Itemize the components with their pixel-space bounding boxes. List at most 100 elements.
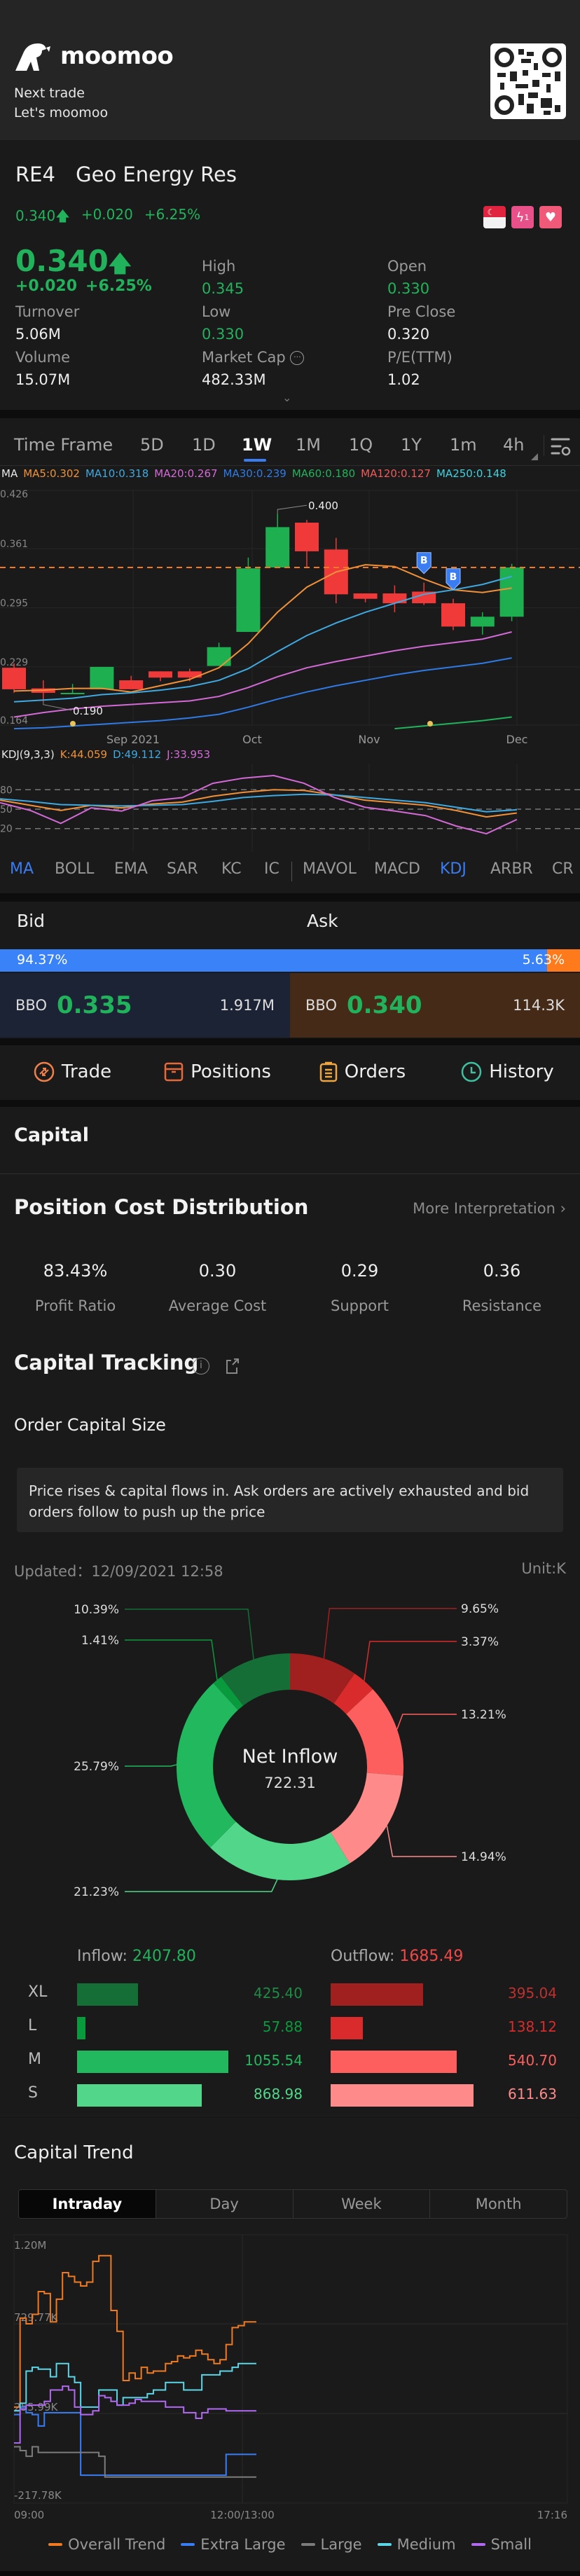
legend-item[interactable]: Large [301,2536,362,2553]
candle-body[interactable] [90,666,114,689]
candle-body[interactable] [295,523,319,551]
ma-legend-item: MA60:0.180 [291,467,356,480]
info-icon[interactable]: i [193,1358,209,1375]
candle-body[interactable] [236,568,261,633]
inflow-total: Inflow: 2407.80 [77,1948,196,1965]
more-timeframes-icon[interactable] [531,453,538,460]
candle-body[interactable] [353,593,378,599]
candle-body[interactable] [2,668,26,689]
indicator-tab-boll[interactable]: BOLL [55,860,95,878]
trade-button[interactable]: Trade [0,1047,145,1096]
event-dot[interactable] [427,721,433,726]
orders-button[interactable]: Orders [290,1047,435,1096]
indicator-tab-arbr[interactable]: ARBR [490,860,533,878]
tab-1w[interactable]: 1W [242,435,272,455]
tab-intraday[interactable]: Intraday [19,2190,156,2218]
history-clock-icon [462,1061,482,1082]
buy-marker-icon[interactable]: B [446,568,461,591]
candle-body[interactable] [149,671,172,678]
legend-swatch [471,2543,485,2546]
indicator-tab-mavol[interactable]: MAVOL [303,860,357,878]
slice-leader-line [125,1879,278,1892]
indicator-tab-kdj[interactable]: KDJ [440,860,467,878]
chart-settings-icon[interactable] [551,436,572,456]
tab-5d[interactable]: 5D [140,435,164,455]
indicator-tab-ma[interactable]: MA [10,860,34,878]
ma-legend-item: MA120:0.127 [361,467,431,480]
trend-line-large [14,2446,256,2478]
favorite-heart-icon[interactable]: ♥ [539,206,562,228]
capital-trend-chart[interactable]: 1.20M729.77K255.99K-217.78K09:00 12:00/13… [0,2231,580,2526]
indicator-tab-sar[interactable]: SAR [167,860,198,878]
donut-slice [330,1772,403,1864]
bid-bbo[interactable]: BBO 0.335 1.917M [0,973,290,1038]
y-tick-label: 0.295 [0,598,28,609]
tab-1d[interactable]: 1D [192,435,216,455]
candle-body[interactable] [382,593,407,604]
divider [291,862,292,881]
tab-month[interactable]: Month [430,2190,567,2218]
tab-week[interactable]: Week [294,2190,431,2218]
more-info-icon[interactable]: ··· [290,351,305,365]
candle-body[interactable] [441,603,465,627]
tab-4h[interactable]: 4h [503,435,524,455]
candle-body[interactable] [265,527,290,567]
x-tick-label: Dec [506,733,528,746]
legend-item[interactable]: Medium [377,2536,456,2553]
tagline-1: Next trade [14,85,85,101]
candle-body[interactable] [499,567,524,617]
high-label-leader [277,504,308,514]
x-tick-label: 12:00/13:00 [210,2509,275,2521]
candle-body[interactable] [470,617,495,627]
candle-body[interactable] [119,680,144,689]
tab-1y[interactable]: 1Y [401,435,422,455]
net-inflow-donut-chart: 9.65% 3.37% 13.21% 14.94% 21.23% 25.79% 1.41% 1… [74,1602,506,1899]
y-tick-label: 0.426 [0,489,28,500]
indicator-tab-cr[interactable]: CR [552,860,574,878]
share-icon[interactable] [224,1356,241,1376]
ask-price: 0.340 [346,991,422,1019]
candlestick-chart[interactable]: 0.4260.3610.2950.2290.164Sep 2021 Oct Nov D… [0,483,580,746]
kdj-legend: KDJ(9,3,3) K:44.059 D:49.112 J:33.953 [1,748,210,761]
indicator-tab-kc[interactable]: KC [221,860,242,878]
tab-1q[interactable]: 1Q [349,435,373,455]
legend-swatch [377,2543,392,2546]
legend-item[interactable]: Overall Trend [48,2536,165,2553]
positions-button[interactable]: Positions [145,1047,290,1096]
kdj-chart[interactable]: 805020 [0,764,580,855]
slice-leader-line [125,1609,254,1660]
x-tick-label: Sep 2021 [106,733,160,746]
ask-bbo[interactable]: BBO 0.340 114.3K [290,973,580,1038]
flow-row-m: M 1055.54 540.70 [0,2051,580,2073]
indicator-tab-ema[interactable]: EMA [114,860,148,878]
tab-1m-minute[interactable]: 1m [450,435,477,455]
bottom-edge [0,2571,580,2576]
flash-level1-icon[interactable]: ϟ1 [511,206,534,228]
slice-pct-label: 21.23% [74,1885,119,1899]
profit-ratio: 83.43% Profit Ratio [34,1261,116,1314]
event-dot[interactable] [70,721,76,726]
candle-body[interactable] [207,647,231,666]
legend-item[interactable]: Small [471,2536,532,2553]
candle-body[interactable] [60,692,85,694]
indicator-tab-ic[interactable]: IC [264,860,279,878]
inflow-bar [77,2084,202,2107]
high-label: 0.400 [308,500,338,512]
low-label: 0.190 [73,705,103,717]
tab-1m-month[interactable]: 1M [296,435,321,455]
capital-title: Capital [14,1124,89,1146]
buy-marker-icon[interactable]: B [416,552,431,574]
size-label: S [28,2084,38,2102]
legend-swatch [301,2543,315,2546]
legend-item[interactable]: Extra Large [181,2536,286,2553]
expand-chevron-icon[interactable]: ⌄ [282,391,291,404]
tab-day[interactable]: Day [156,2190,294,2218]
indicator-tab-macd[interactable]: MACD [374,860,420,878]
stat-turnover: Turnover 5.06M [15,303,80,343]
more-interpretation-link[interactable]: More Interpretation › [413,1200,566,1217]
slice-leader-line [125,1639,218,1680]
bid-ask-ratio-bar: 94.37% 5.63% [0,949,580,972]
brand-logo: moomoo [14,41,174,71]
history-button[interactable]: History [435,1047,580,1096]
qr-code-icon[interactable] [490,43,566,119]
